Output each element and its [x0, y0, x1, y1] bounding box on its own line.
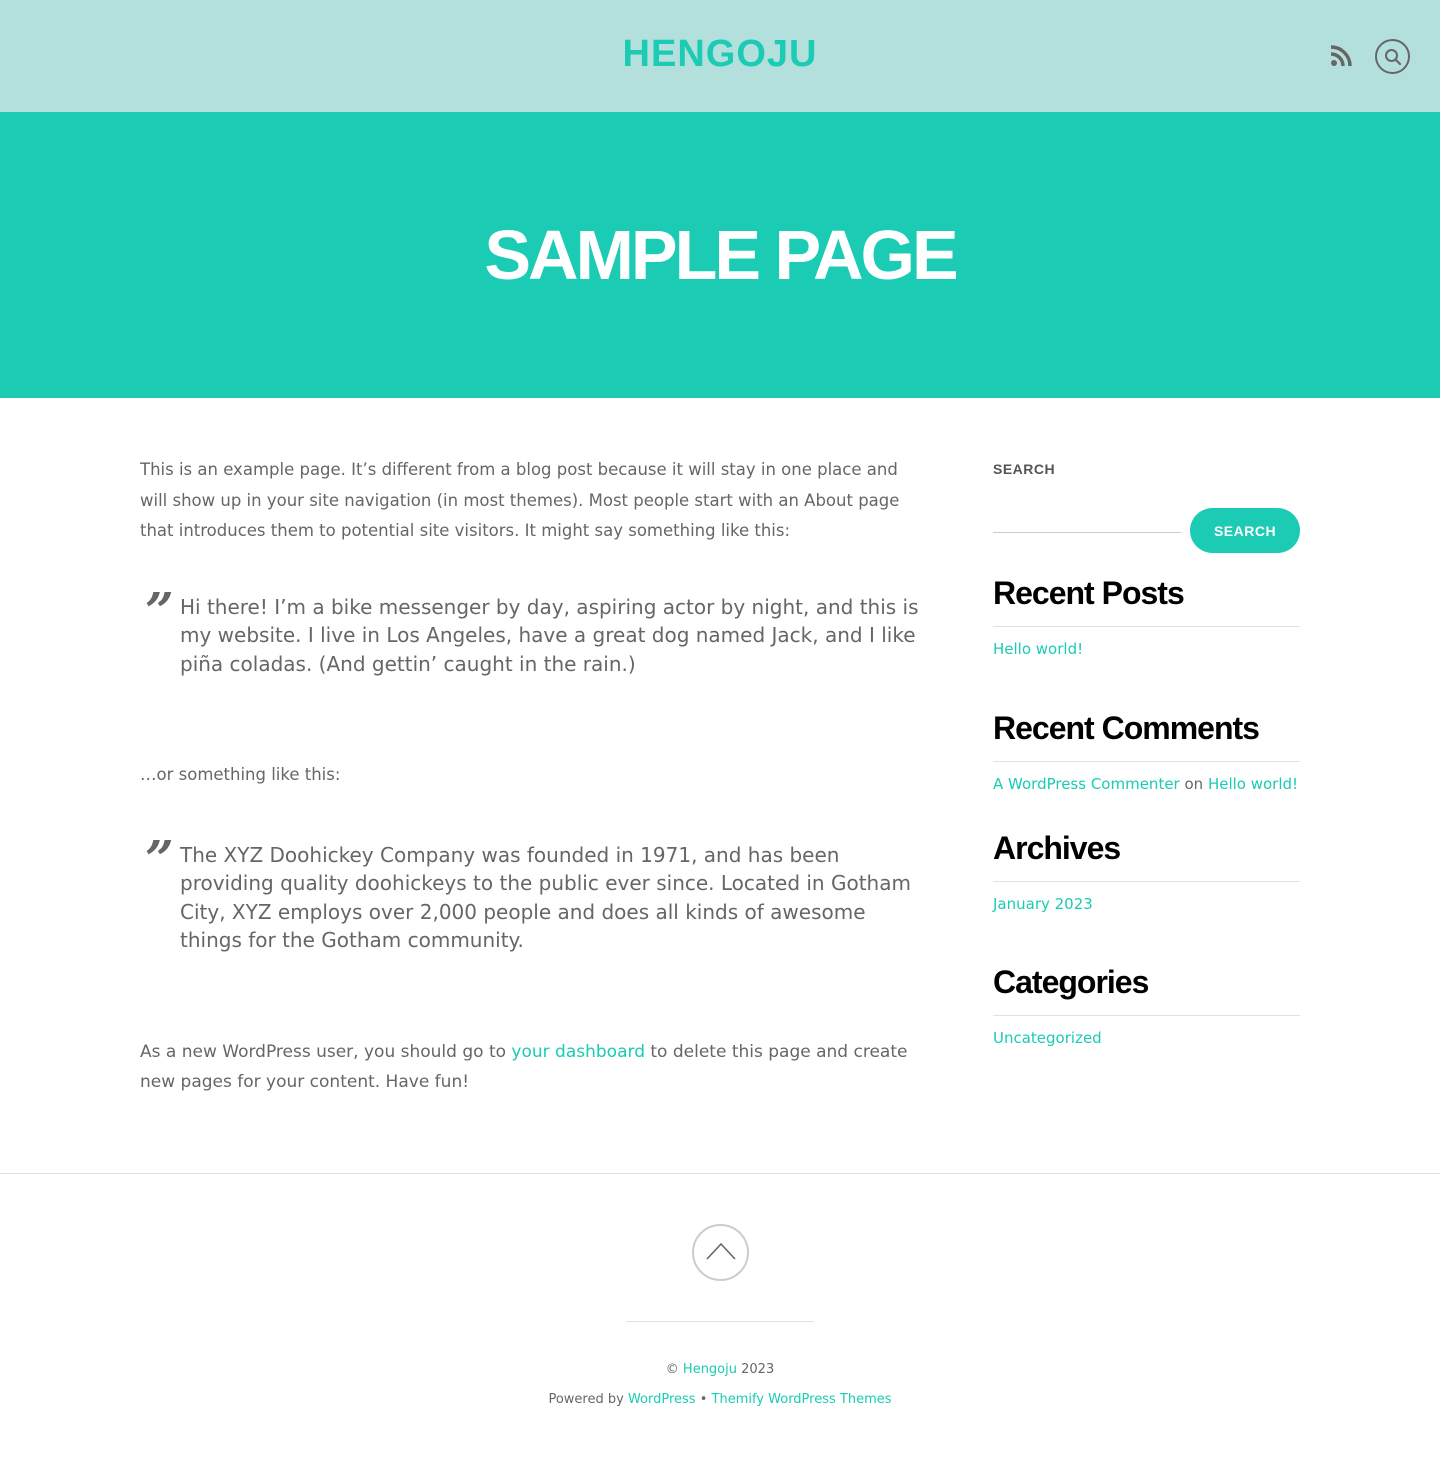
powered-by-text: Powered by: [548, 1392, 628, 1407]
copyright-year: 2023: [737, 1362, 775, 1377]
widget-title: Recent Posts: [993, 575, 1185, 611]
rss-icon[interactable]: [1330, 45, 1352, 67]
widget-divider: [993, 1015, 1300, 1016]
recent-posts-widget: Recent Posts Hello world!: [993, 575, 1300, 660]
blockquote-2: ” The XYZ Doohickey Company was founded …: [140, 829, 930, 955]
archive-link[interactable]: January 2023: [993, 895, 1093, 913]
recent-posts-list: Hello world!: [993, 638, 1300, 660]
search-input[interactable]: [993, 500, 1181, 533]
search-toggle-button[interactable]: [1375, 39, 1410, 74]
themify-link[interactable]: Themify WordPress Themes: [712, 1392, 892, 1407]
copyright: © Hengoju 2023: [0, 1362, 1440, 1377]
recent-comments-widget: Recent Comments A WordPress Commenter on…: [993, 710, 1300, 795]
outro-paragraph: As a new WordPress user, you should go t…: [140, 1037, 930, 1098]
search-widget: SEARCH: [993, 487, 1300, 563]
widget-divider: [993, 761, 1300, 762]
categories-list: Uncategorized: [993, 1027, 1300, 1049]
sidebar: SEARCH SEARCH Recent Posts Hello world! …: [993, 461, 1300, 1047]
credits-separator: •: [695, 1392, 712, 1407]
comment-on-text: on: [1179, 775, 1208, 793]
categories-widget: Categories Uncategorized: [993, 964, 1300, 1049]
widget-divider: [993, 881, 1300, 882]
copyright-symbol: ©: [665, 1362, 683, 1377]
widget-title: Categories: [993, 964, 1149, 1000]
or-paragraph: …or something like this:: [140, 765, 341, 784]
archives-list: January 2023: [993, 893, 1300, 915]
search-widget-label: SEARCH: [993, 461, 1056, 477]
search-button[interactable]: SEARCH: [1190, 508, 1300, 553]
comment-post-link[interactable]: Hello world!: [1208, 775, 1298, 793]
dashboard-link[interactable]: your dashboard: [511, 1042, 645, 1062]
footer-credits: Powered by WordPress • Themify WordPress…: [0, 1392, 1440, 1407]
quote-text: Hi there! I’m a bike messenger by day, a…: [180, 594, 919, 676]
recent-comments-list: A WordPress Commenter on Hello world!: [993, 773, 1300, 795]
outro-text-before: As a new WordPress user, you should go t…: [140, 1041, 512, 1062]
site-title[interactable]: HENGOJU: [0, 33, 1440, 76]
widget-title: Recent Comments: [993, 710, 1260, 746]
page-content: This is an example page. It’s different …: [140, 455, 930, 1098]
wordpress-link[interactable]: WordPress: [628, 1392, 696, 1407]
quote-icon: ”: [145, 580, 174, 640]
site-header: HENGOJU: [0, 0, 1440, 112]
footer-site-link[interactable]: Hengoju: [683, 1362, 737, 1377]
quote-icon: ”: [145, 828, 174, 888]
footer-divider: [626, 1321, 814, 1322]
recent-post-link[interactable]: Hello world!: [993, 640, 1083, 658]
search-icon: [1385, 49, 1402, 66]
page-title: SAMPLE PAGE: [484, 216, 958, 294]
archives-widget: Archives January 2023: [993, 830, 1300, 915]
footer-top-rule: [0, 1173, 1440, 1174]
back-to-top-button[interactable]: [692, 1224, 749, 1281]
widget-divider: [993, 626, 1300, 627]
chevron-up-icon: [706, 1242, 736, 1260]
blockquote-1: ” Hi there! I’m a bike messenger by day,…: [140, 581, 930, 679]
intro-paragraph: This is an example page. It’s different …: [140, 460, 900, 540]
quote-text: The XYZ Doohickey Company was founded in…: [180, 842, 911, 953]
category-link[interactable]: Uncategorized: [993, 1029, 1102, 1047]
widget-title: Archives: [993, 830, 1121, 866]
page-banner: SAMPLE PAGE: [0, 112, 1440, 398]
comment-author-link[interactable]: A WordPress Commenter: [993, 775, 1180, 793]
